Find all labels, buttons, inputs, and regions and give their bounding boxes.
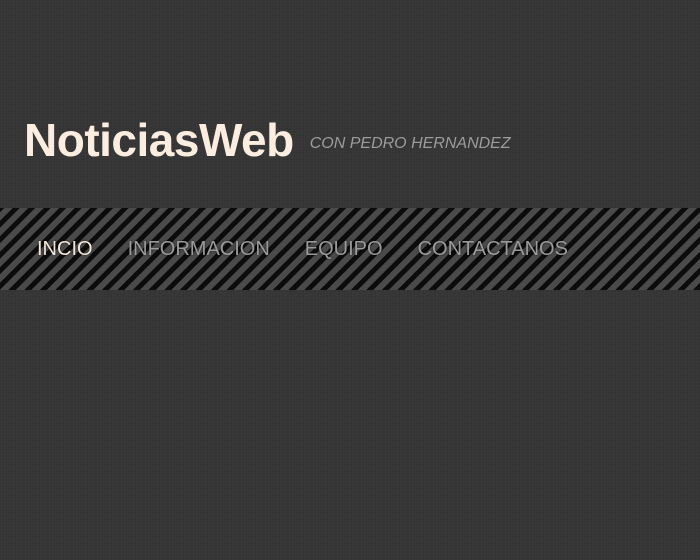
nav-item-inicio[interactable]: INCIO [37, 238, 93, 261]
main-nav-list: INCIO INFORMACION EQUIPO CONTACTANOS [37, 208, 603, 290]
nav-item-equipo[interactable]: EQUIPO [305, 238, 383, 261]
nav-item-informacion[interactable]: INFORMACION [128, 238, 270, 261]
site-header: NoticiasWeb CON PEDRO HERNANDEZ [24, 112, 511, 168]
main-nav-bar: INCIO INFORMACION EQUIPO CONTACTANOS [0, 208, 700, 290]
site-tagline: CON PEDRO HERNANDEZ [309, 135, 511, 152]
site-title[interactable]: NoticiasWeb [24, 112, 294, 168]
nav-item-contactanos[interactable]: CONTACTANOS [418, 238, 568, 261]
